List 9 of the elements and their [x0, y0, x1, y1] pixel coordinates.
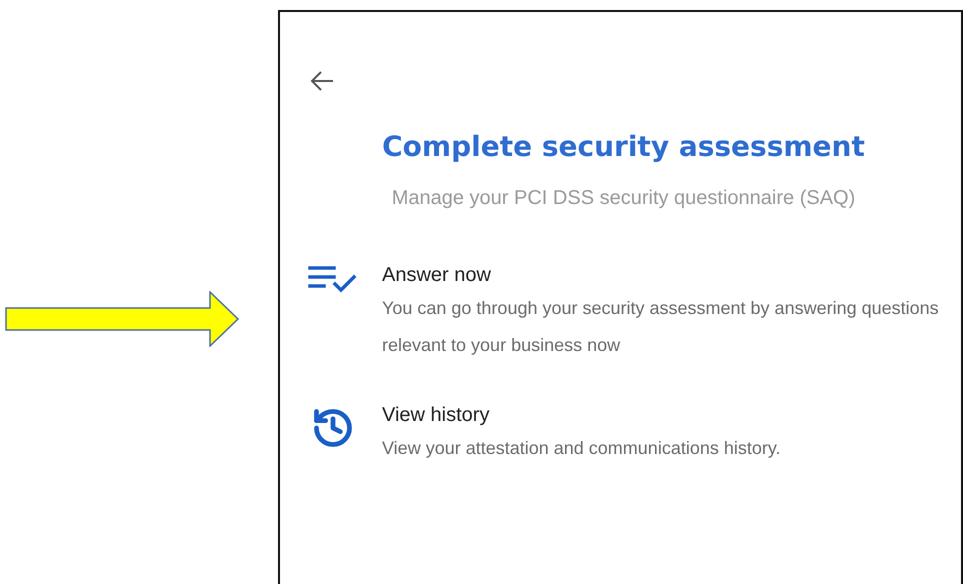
option-title[interactable]: Answer now	[382, 260, 952, 290]
panel-title: Complete security assessment	[381, 130, 866, 163]
option-title[interactable]: View history	[382, 400, 781, 430]
checklist-icon	[308, 264, 358, 294]
panel-subtitle: Manage your PCI DSS security questionnaire (SAQ)	[390, 187, 856, 210]
history-icon	[311, 406, 355, 450]
back-arrow-icon	[310, 70, 334, 92]
option-description: View your attestation and communications history.	[382, 437, 781, 460]
option-description: You can go through your security assessment by answering questions relevant to your business now	[382, 297, 940, 357]
